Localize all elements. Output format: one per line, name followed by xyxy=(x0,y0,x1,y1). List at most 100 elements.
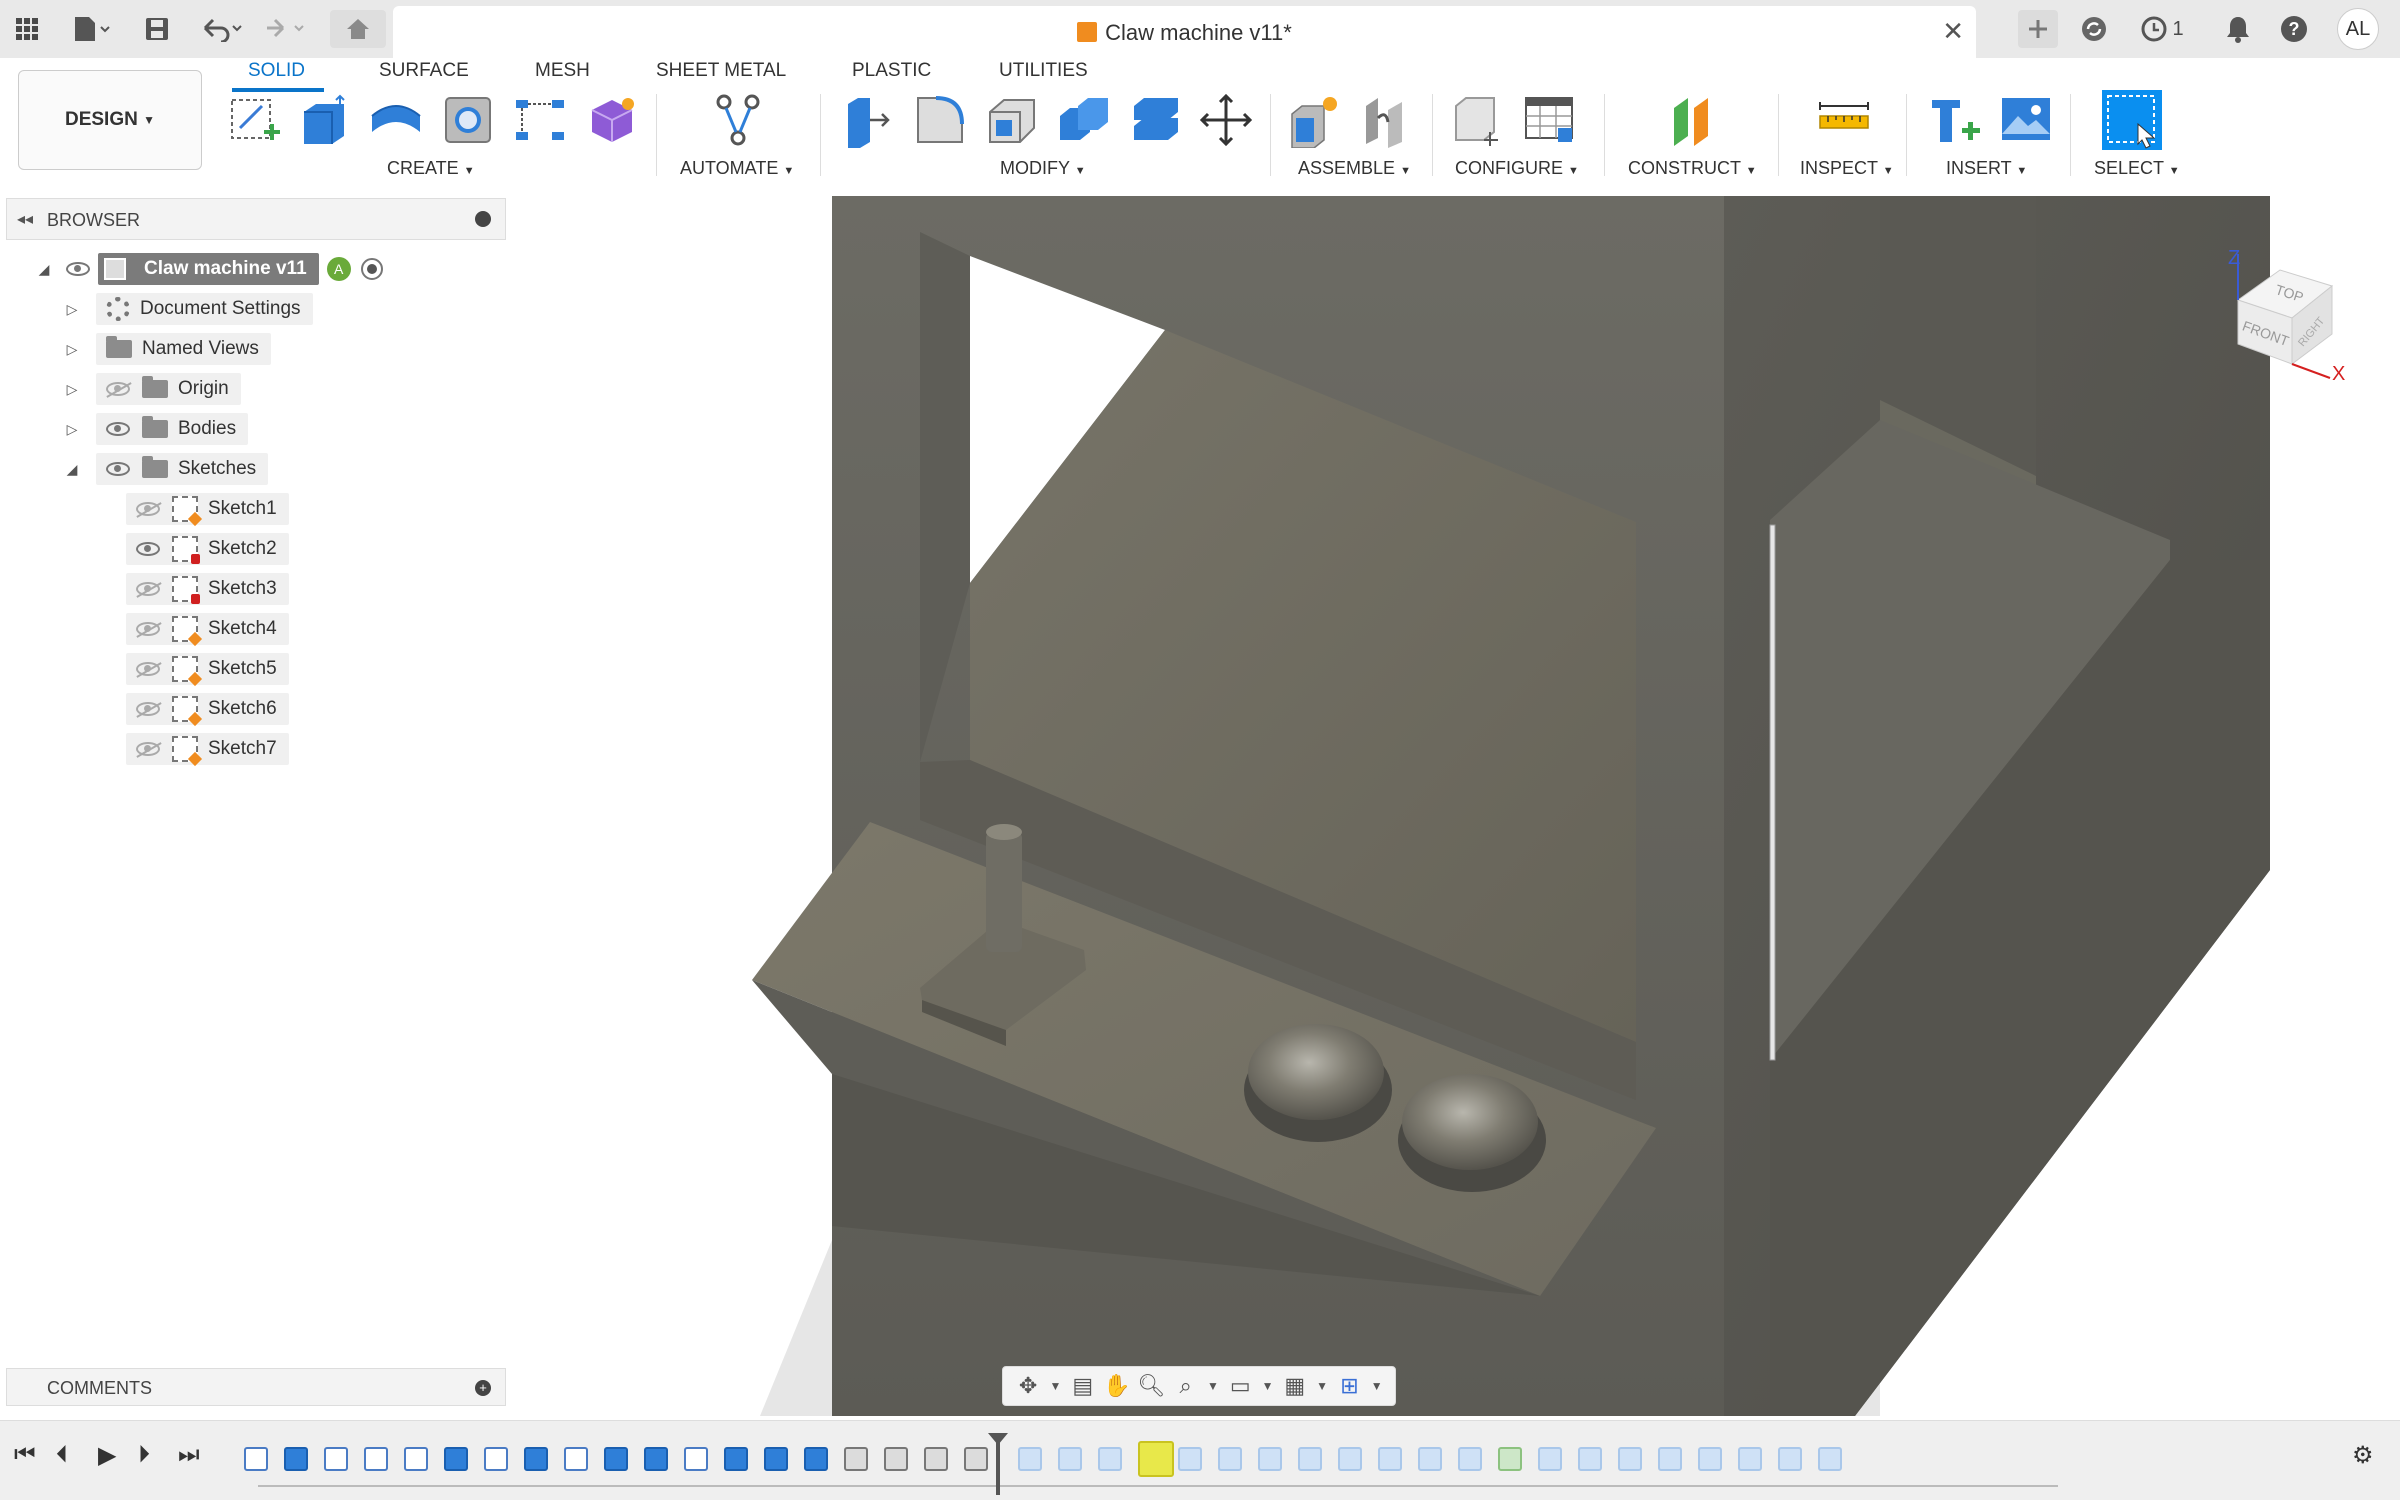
expand-triangle-icon[interactable]: ▷ xyxy=(62,301,82,318)
orbit-icon[interactable]: ✥ xyxy=(1015,1373,1041,1399)
chevron-down-icon[interactable]: ▼ xyxy=(1262,1373,1274,1399)
hidden-eye-icon[interactable] xyxy=(136,742,160,756)
tab-mesh[interactable]: MESH xyxy=(535,60,590,82)
tree-row-named-views[interactable]: ▷ Named Views xyxy=(62,332,271,366)
display-settings-icon[interactable]: ▭ xyxy=(1227,1373,1253,1399)
file-menu-icon[interactable] xyxy=(66,10,116,48)
hidden-eye-icon[interactable] xyxy=(136,582,160,596)
bell-icon[interactable] xyxy=(2220,10,2256,48)
document-tab[interactable]: Claw machine v11* ✕ xyxy=(393,6,1976,58)
combine-icon[interactable] xyxy=(1056,92,1112,148)
modify-menu[interactable]: MODIFY ▼ xyxy=(1000,158,1086,179)
user-avatar[interactable]: AL xyxy=(2337,8,2379,50)
visibility-eye-icon[interactable] xyxy=(66,262,90,276)
tab-solid[interactable]: SOLID xyxy=(248,60,305,82)
tab-plastic[interactable]: PLASTIC xyxy=(852,60,931,82)
activate-badge-icon[interactable]: A xyxy=(326,257,351,281)
timeline-feature-icon[interactable] xyxy=(1338,1447,1362,1471)
timeline-feature-icon[interactable] xyxy=(1498,1447,1522,1471)
timeline-feature-icon[interactable] xyxy=(1818,1447,1842,1471)
hidden-eye-icon[interactable] xyxy=(136,702,160,716)
timeline-feature-icon[interactable] xyxy=(764,1447,788,1471)
new-component-icon[interactable] xyxy=(1286,92,1342,148)
timeline-feature-icon[interactable] xyxy=(604,1447,628,1471)
tree-row-sketch[interactable]: Sketch2 xyxy=(126,532,289,566)
timeline-feature-icon[interactable] xyxy=(1218,1447,1242,1471)
step-forward-icon[interactable]: ⏵ xyxy=(138,1441,150,1469)
chevron-down-icon[interactable]: ▼ xyxy=(1371,1373,1383,1399)
hidden-eye-icon[interactable] xyxy=(136,662,160,676)
go-to-start-icon[interactable]: ⏮ xyxy=(14,1441,36,1469)
tree-row-document-settings[interactable]: ▷ Document Settings xyxy=(62,292,313,326)
app-grid-icon[interactable] xyxy=(10,10,44,48)
job-status-button[interactable]: 1 xyxy=(2130,10,2194,48)
tree-row-origin[interactable]: ▷ Origin xyxy=(62,372,241,406)
minimize-panel-icon[interactable] xyxy=(475,211,491,227)
insert-canvas-icon[interactable] xyxy=(1998,92,2054,148)
rectangular-pattern-icon[interactable] xyxy=(512,92,568,148)
tab-surface[interactable]: SURFACE xyxy=(379,60,469,82)
timeline-feature-icon[interactable] xyxy=(444,1447,468,1471)
step-back-icon[interactable]: ⏴ xyxy=(56,1441,68,1469)
tree-row-sketch[interactable]: Sketch1 xyxy=(126,492,289,526)
timeline-feature-icon[interactable] xyxy=(1258,1447,1282,1471)
timeline-feature-icon[interactable] xyxy=(724,1447,748,1471)
timeline-feature-icon[interactable] xyxy=(404,1447,428,1471)
zoom-window-icon[interactable]: ⌕ xyxy=(1173,1373,1199,1399)
timeline-feature-icon[interactable] xyxy=(1658,1447,1682,1471)
pan-hand-icon[interactable]: ✋ xyxy=(1103,1373,1130,1399)
timeline-marker[interactable] xyxy=(988,1433,1008,1495)
revolve-icon[interactable] xyxy=(368,92,424,148)
root-component-chip[interactable]: Claw machine v11 xyxy=(98,253,319,285)
timeline-feature-icon[interactable] xyxy=(484,1447,508,1471)
zoom-icon[interactable]: 🔍︎ xyxy=(1137,1373,1165,1399)
timeline-feature-icon[interactable] xyxy=(884,1447,908,1471)
hidden-eye-icon[interactable] xyxy=(136,622,160,636)
visibility-eye-icon[interactable] xyxy=(106,462,130,476)
expand-triangle-icon[interactable]: ▷ xyxy=(62,341,82,358)
expand-triangle-icon[interactable]: ▷ xyxy=(62,381,82,398)
collapse-triangle-icon[interactable]: ◢ xyxy=(34,261,54,278)
collapse-panel-icon[interactable]: ◂◂ xyxy=(17,209,33,229)
visibility-eye-icon[interactable] xyxy=(136,542,160,556)
configure-menu[interactable]: CONFIGURE ▼ xyxy=(1455,158,1579,179)
timeline-feature-icon[interactable] xyxy=(1018,1447,1042,1471)
chamfer-icon[interactable] xyxy=(984,92,1040,148)
undo-icon[interactable] xyxy=(196,10,246,48)
expand-triangle-icon[interactable]: ▷ xyxy=(62,421,82,438)
collapse-triangle-icon[interactable]: ◢ xyxy=(62,461,82,478)
sync-icon[interactable] xyxy=(2074,10,2114,48)
timeline-feature-icon[interactable] xyxy=(1778,1447,1802,1471)
timeline-feature-icon[interactable] xyxy=(924,1447,948,1471)
home-icon[interactable] xyxy=(330,10,386,48)
automate-menu[interactable]: AUTOMATE ▼ xyxy=(680,158,794,179)
timeline-feature-icon[interactable] xyxy=(844,1447,868,1471)
offset-plane-icon[interactable] xyxy=(1664,92,1720,148)
timeline-feature-icon[interactable] xyxy=(964,1447,988,1471)
timeline-feature-icon[interactable] xyxy=(244,1447,268,1471)
tab-utilities[interactable]: UTILITIES xyxy=(999,60,1088,82)
timeline-feature-icon[interactable] xyxy=(564,1447,588,1471)
view-cube[interactable]: TOP FRONT RIGHT Z X xyxy=(2220,240,2350,380)
tree-root-row[interactable]: ◢ Claw machine v11 A xyxy=(34,252,383,286)
browser-panel-header[interactable]: ◂◂ BROWSER xyxy=(6,198,506,240)
inspect-menu[interactable]: INSPECT ▼ xyxy=(1800,158,1894,179)
select-icon[interactable] xyxy=(2100,88,2164,152)
timeline-feature-icon[interactable] xyxy=(644,1447,668,1471)
workspace-switcher-button[interactable]: DESIGN ▼ xyxy=(18,70,202,170)
measure-icon[interactable] xyxy=(1816,92,1872,148)
hidden-eye-icon[interactable] xyxy=(106,382,130,396)
timeline-feature-icon[interactable] xyxy=(684,1447,708,1471)
assemble-menu[interactable]: ASSEMBLE ▼ xyxy=(1298,158,1411,179)
timeline-feature-icon[interactable] xyxy=(1458,1447,1482,1471)
close-tab-icon[interactable]: ✕ xyxy=(1942,16,1964,47)
timeline-feature-icon[interactable] xyxy=(1618,1447,1642,1471)
hidden-eye-icon[interactable] xyxy=(136,502,160,516)
parameters-icon[interactable] xyxy=(1450,92,1506,148)
timeline-feature-icon[interactable] xyxy=(804,1447,828,1471)
comments-panel-header[interactable]: COMMENTS + xyxy=(6,1368,506,1406)
insert-menu[interactable]: INSERT ▼ xyxy=(1946,158,2027,179)
move-copy-icon[interactable] xyxy=(1198,92,1254,148)
tree-row-sketch[interactable]: Sketch4 xyxy=(126,612,289,646)
timeline-feature-icon[interactable] xyxy=(1178,1447,1202,1471)
